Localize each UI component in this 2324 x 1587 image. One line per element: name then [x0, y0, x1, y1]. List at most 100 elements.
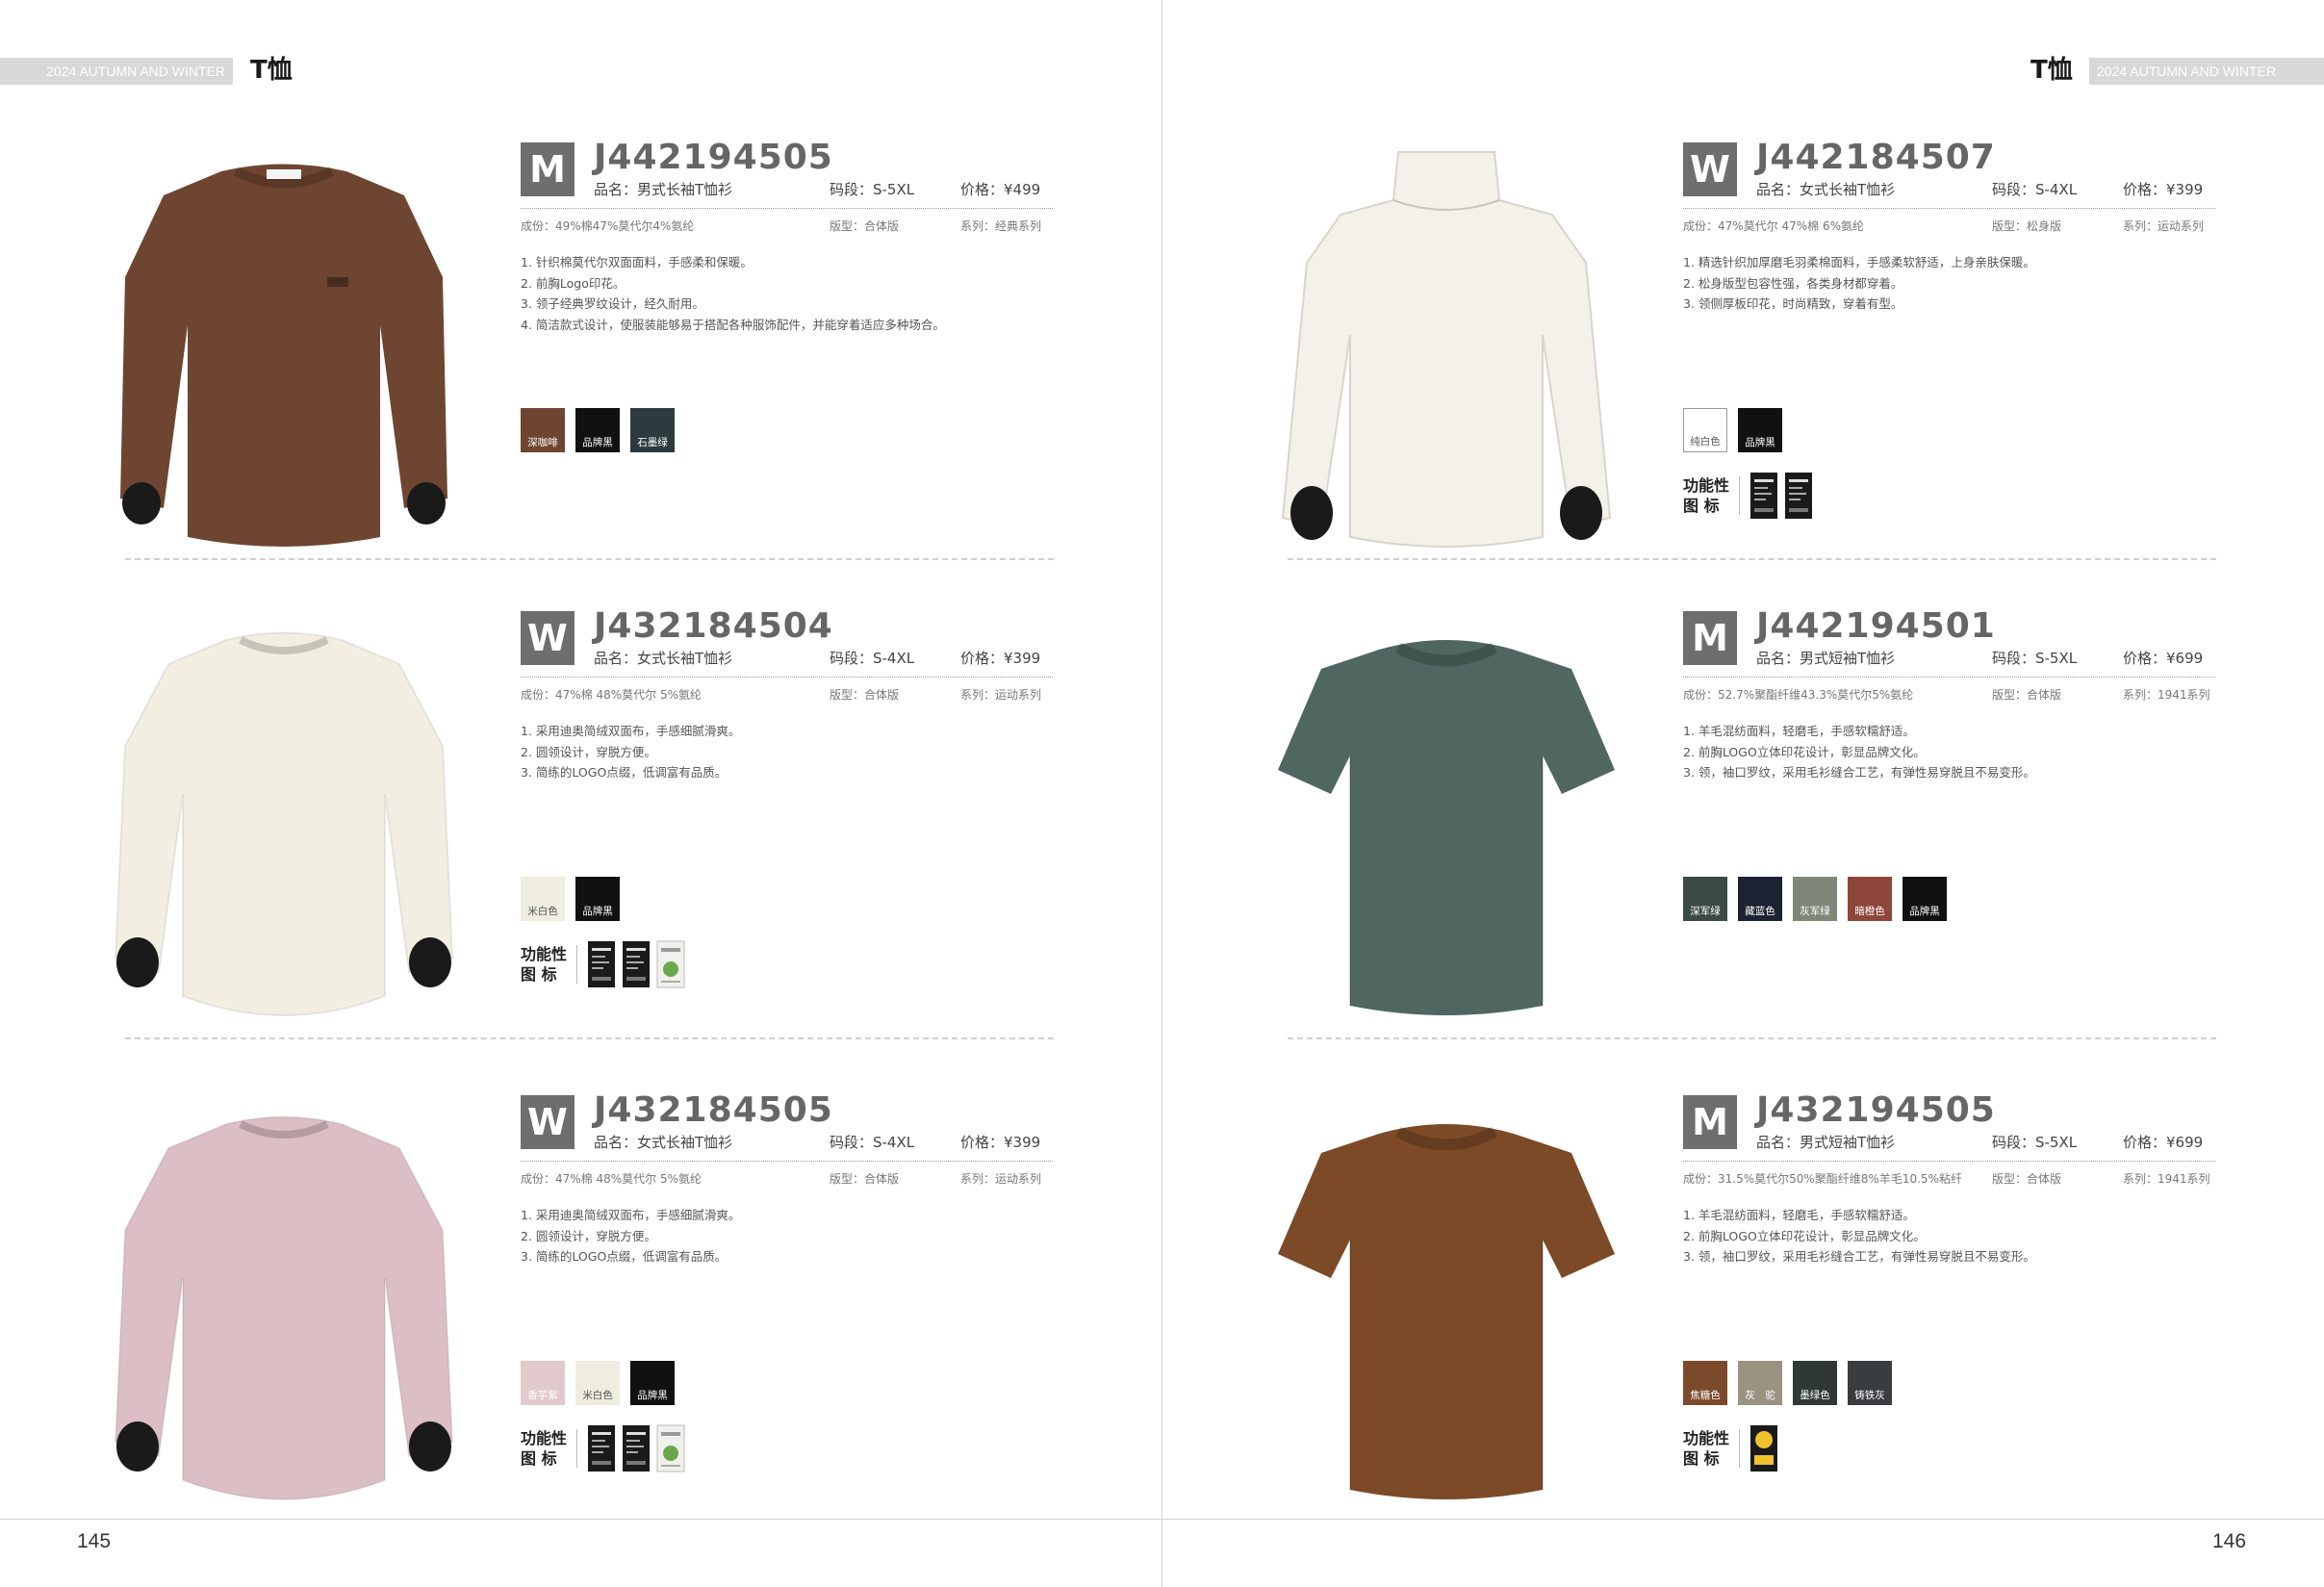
color-swatch[interactable]: 品牌黑 — [1738, 408, 1782, 452]
color-swatch-label: 品牌黑 — [582, 906, 613, 917]
color-swatch[interactable]: 品牌黑 — [1903, 877, 1947, 921]
series-name: 系列：1941系列 — [2123, 688, 2210, 702]
color-swatch[interactable]: 暗橙色 — [1848, 877, 1892, 921]
product-divider — [1288, 1037, 2216, 1039]
composition: 成份：47%棉 48%莫代尔 5%氨纶 — [521, 688, 702, 702]
feature-item: 1. 针织棉莫代尔双面面料，手感柔和保暖。 — [521, 255, 753, 269]
color-swatch[interactable]: 品牌黑 — [575, 877, 620, 921]
feature-item: 2. 圆领设计，穿脱方便。 — [521, 1228, 656, 1243]
product-card[interactable]: M J442194505 品名：男式长袖T恤衫 码段：S-5XL 价格：¥499 成份：4… — [0, 125, 1162, 587]
price: 价格：¥699 — [2123, 1134, 2204, 1151]
function-label-line: 功能性 — [521, 945, 568, 963]
product-card[interactable]: M J442194501 品名：男式短袖T恤衫 码段：S-5XL 价格：¥699 成份：5… — [1162, 594, 2324, 1056]
feature-item: 1. 羊毛混纺面料，轻磨毛，手感软糯舒适。 — [1683, 1208, 1915, 1222]
function-icons: 功能性图 标 — [521, 940, 685, 988]
color-swatch[interactable]: 品牌黑 — [575, 408, 620, 452]
feature-item: 3. 简练的LOGO点缀，低调富有品质。 — [521, 765, 728, 780]
product-name: 品名：女式长袖T恤衫 — [594, 1134, 733, 1151]
feature-item: 2. 圆领设计，穿脱方便。 — [521, 744, 656, 759]
composition: 成份：52.7%聚酯纤维43.3%莫代尔5%氨纶 — [1683, 688, 1914, 702]
spec-divider — [1683, 208, 2215, 209]
category-title: T恤 — [2030, 56, 2073, 85]
feature-item: 1. 羊毛混纺面料，轻磨毛，手感软糯舒适。 — [1683, 724, 1915, 738]
color-swatches: 焦糖色 灰 驼 墨绿色 铸铁灰 — [1683, 1361, 1892, 1405]
feature-list: 1. 羊毛混纺面料，轻磨毛，手感软糯舒适。 2. 前胸LOGO立体印花设计，彰显品… — [1683, 721, 2035, 783]
color-swatch[interactable]: 香芋紫 — [521, 1361, 565, 1405]
composition: 成份：47%莫代尔 47%棉 6%氨纶 — [1683, 219, 1865, 233]
color-swatch[interactable]: 米白色 — [521, 877, 565, 921]
feature-item: 2. 前胸LOGO立体印花设计，彰显品牌文化。 — [1683, 744, 1926, 759]
feature-item: 1. 采用迪奥简绒双面布，手感细腻滑爽。 — [521, 724, 741, 738]
product-code: J432194505 — [1756, 1090, 1996, 1130]
product-name: 品名：男式长袖T恤衫 — [594, 181, 733, 198]
color-swatch[interactable]: 深军绿 — [1683, 877, 1727, 921]
feature-list: 1. 精选针织加厚磨毛羽柔棉面料，手感柔软舒适，上身亲肤保暖。 2. 松身版型包容… — [1683, 252, 2035, 315]
color-swatch-label: 藏蓝色 — [1745, 906, 1775, 917]
color-swatch-label: 米白色 — [582, 1390, 613, 1401]
feature-list: 1. 采用迪奥简绒双面布，手感细腻滑爽。 2. 圆领设计，穿脱方便。 3. 简练的L… — [521, 721, 740, 783]
fit-type: 版型：松身版 — [1992, 219, 2062, 233]
composition: 成份：47%棉 48%莫代尔 5%氨纶 — [521, 1172, 702, 1186]
color-swatch-label: 品牌黑 — [637, 1390, 668, 1401]
color-swatch[interactable]: 灰军绿 — [1793, 877, 1837, 921]
function-label-line: 功能性 — [1683, 476, 1730, 495]
feature-list: 1. 针织棉莫代尔双面面料，手感柔和保暖。 2. 前胸Logo印花。 3. 领子经典… — [521, 252, 945, 335]
series-name: 系列：运动系列 — [960, 1172, 1042, 1186]
color-swatch[interactable]: 铸铁灰 — [1848, 1361, 1892, 1405]
color-swatch[interactable]: 品牌黑 — [630, 1361, 675, 1405]
function-icons: 功能性图 标 — [1683, 1424, 1778, 1472]
function-icons: 功能性图 标 — [1683, 472, 1813, 520]
color-swatch-label: 墨绿色 — [1800, 1390, 1830, 1401]
dark-tag-icon — [622, 1424, 651, 1472]
color-swatch[interactable]: 灰 驼 — [1738, 1361, 1782, 1405]
function-separator — [1739, 476, 1740, 515]
page-number: 145 — [77, 1530, 112, 1552]
color-swatch-label: 品牌黑 — [1909, 906, 1940, 917]
color-swatch[interactable]: 藏蓝色 — [1738, 877, 1782, 921]
product-image[interactable] — [91, 1086, 476, 1528]
green-tag-icon — [656, 940, 685, 988]
color-swatch[interactable]: 米白色 — [575, 1361, 620, 1405]
color-swatch[interactable]: 纯白色 — [1683, 408, 1727, 452]
color-swatch-label: 品牌黑 — [1745, 437, 1775, 448]
product-card[interactable]: M J432194505 品名：男式短袖T恤衫 码段：S-5XL 价格：¥699 成份：3… — [1162, 1078, 2324, 1540]
product-image[interactable] — [1254, 602, 1639, 1044]
function-label-line: 图 标 — [1683, 1449, 1720, 1468]
product-card[interactable]: W J442184507 品名：女式长袖T恤衫 码段：S-4XL 价格：¥399 成份：4… — [1162, 125, 2324, 587]
composition: 成份：49%棉47%莫代尔4%氨纶 — [521, 219, 695, 233]
gender-badge: W — [1683, 142, 1737, 196]
function-tag-group — [1749, 472, 1813, 520]
size-range: 码段：S-5XL — [830, 181, 915, 198]
fit-type: 版型：合体版 — [830, 1172, 900, 1186]
color-swatch[interactable]: 深咖啡 — [521, 408, 565, 452]
feature-item: 1. 采用迪奥简绒双面布，手感细腻滑爽。 — [521, 1208, 741, 1222]
feature-item: 3. 领侧厚板印花，时尚精致，穿着有型。 — [1683, 296, 1903, 311]
product-image[interactable] — [91, 133, 476, 576]
function-separator — [576, 1429, 577, 1468]
color-swatch[interactable]: 焦糖色 — [1683, 1361, 1727, 1405]
price: 价格：¥399 — [2123, 181, 2204, 198]
product-card[interactable]: W J432184505 品名：女式长袖T恤衫 码段：S-4XL 价格：¥399 成份：4… — [0, 1078, 1162, 1540]
feature-item: 4. 简洁款式设计，使服装能够易于搭配各种服饰配件，并能穿着适应多种场合。 — [521, 317, 945, 332]
series-name: 系列：1941系列 — [2123, 1172, 2210, 1186]
product-image[interactable] — [1254, 133, 1639, 576]
product-divider — [125, 1037, 1054, 1039]
fit-type: 版型：合体版 — [1992, 1172, 2062, 1186]
size-range: 码段：S-4XL — [830, 650, 915, 667]
color-swatch[interactable]: 石墨绿 — [630, 408, 675, 452]
function-tag-group — [587, 940, 685, 988]
feature-item: 3. 领子经典罗纹设计，经久耐用。 — [521, 296, 704, 311]
season-banner: 2024 AUTUMN AND WINTER — [2089, 58, 2324, 85]
product-code: J432184504 — [594, 606, 833, 646]
product-card[interactable]: W J432184504 品名：女式长袖T恤衫 码段：S-4XL 价格：¥399 成份：4… — [0, 594, 1162, 1056]
color-swatch-label: 品牌黑 — [582, 437, 613, 448]
product-image[interactable] — [91, 602, 476, 1044]
function-separator — [576, 945, 577, 984]
price: 价格：¥399 — [960, 1134, 1041, 1151]
spec-divider — [521, 677, 1053, 678]
size-range: 码段：S-5XL — [1992, 650, 2078, 667]
color-swatch[interactable]: 墨绿色 — [1793, 1361, 1837, 1405]
feature-list: 1. 羊毛混纺面料，轻磨毛，手感软糯舒适。 2. 前胸LOGO立体印花设计，彰显品… — [1683, 1205, 2035, 1267]
gender-badge: M — [1683, 611, 1737, 665]
product-image[interactable] — [1254, 1086, 1639, 1528]
